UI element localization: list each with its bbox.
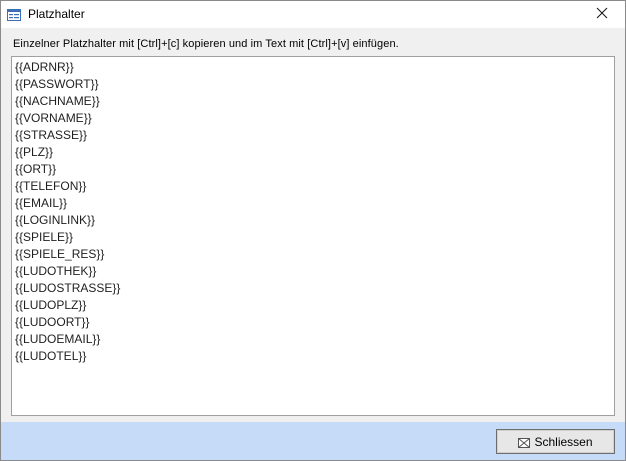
placeholder-line[interactable]: {{ADRNR}} bbox=[15, 59, 611, 76]
placeholder-line[interactable]: {{LUDOSTRASSE}} bbox=[15, 280, 611, 297]
placeholder-line[interactable]: {{LUDOEMAIL}} bbox=[15, 331, 611, 348]
placeholder-line[interactable]: {{EMAIL}} bbox=[15, 195, 611, 212]
schliessen-button[interactable]: Schliessen bbox=[496, 429, 615, 454]
instruction-text: Einzelner Platzhalter mit [Ctrl]+[c] kop… bbox=[13, 38, 399, 50]
placeholder-line[interactable]: {{TELEFON}} bbox=[15, 178, 611, 195]
close-icon bbox=[596, 6, 608, 24]
dialog-window: Platzhalter Einzelner Platzhalter mit [C… bbox=[0, 0, 626, 461]
placeholder-line[interactable]: {{ORT}} bbox=[15, 161, 611, 178]
schliessen-button-label: Schliessen bbox=[534, 434, 593, 449]
placeholder-line[interactable]: {{LUDOPLZ}} bbox=[15, 297, 611, 314]
form-window-icon bbox=[6, 7, 22, 23]
placeholder-line[interactable]: {{NACHNAME}} bbox=[15, 93, 611, 110]
placeholder-line[interactable]: {{PASSWORT}} bbox=[15, 76, 611, 93]
placeholder-line[interactable]: {{LUDOTHEK}} bbox=[15, 263, 611, 280]
window-close-button[interactable] bbox=[579, 1, 625, 28]
placeholder-textbox[interactable]: {{ADRNR}} {{PASSWORT}} {{NACHNAME}} {{VO… bbox=[11, 56, 615, 416]
envelope-close-icon bbox=[518, 437, 531, 448]
title-bar[interactable]: Platzhalter bbox=[1, 1, 625, 28]
window-title: Platzhalter bbox=[28, 7, 85, 21]
placeholder-line[interactable]: {{SPIELE}} bbox=[15, 229, 611, 246]
placeholder-line[interactable]: {{SPIELE_RES}} bbox=[15, 246, 611, 263]
placeholder-line[interactable]: {{VORNAME}} bbox=[15, 110, 611, 127]
placeholder-line[interactable]: {{LUDOORT}} bbox=[15, 314, 611, 331]
placeholder-line[interactable]: {{LOGINLINK}} bbox=[15, 212, 611, 229]
placeholder-line[interactable]: {{PLZ}} bbox=[15, 144, 611, 161]
placeholder-line[interactable]: {{STRASSE}} bbox=[15, 127, 611, 144]
placeholder-line[interactable]: {{LUDOTEL}} bbox=[15, 348, 611, 365]
